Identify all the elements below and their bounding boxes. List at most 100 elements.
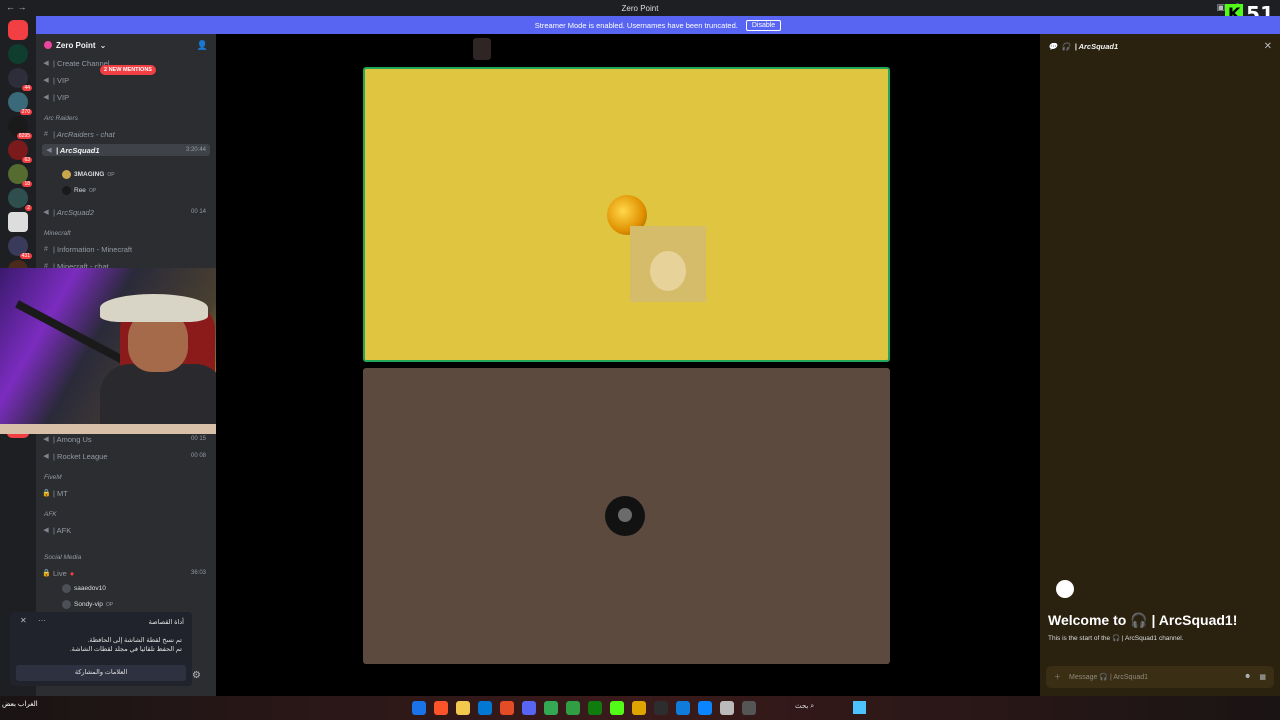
server-icon[interactable]: [8, 44, 28, 64]
edge-icon[interactable]: [698, 701, 712, 715]
chat-header: 💬 🎧 | ArcSquad1 ✕: [1040, 34, 1280, 58]
avatar-image: [618, 508, 632, 522]
voice-user[interactable]: 3MAGING OP: [62, 170, 115, 179]
channel-arc-squad2[interactable]: ◀ | ArcSquad2: [42, 206, 94, 218]
streamer-mode-message: Streamer Mode is enabled. Usernames have…: [534, 20, 738, 30]
server-logo-icon: [44, 41, 52, 49]
server-icon[interactable]: 431: [8, 236, 32, 259]
server-icon[interactable]: 8295: [8, 116, 32, 139]
channel-arc-squad1[interactable]: ◀ | ArcSquad1: [42, 144, 210, 156]
taskbar-search[interactable]: بحث ⌕: [795, 702, 814, 711]
inbox-icon[interactable]: ▣: [1216, 2, 1225, 13]
windows-start-icon[interactable]: [853, 701, 866, 714]
welcome-heading: Welcome to 🎧 | ArcSquad1!: [1048, 612, 1238, 628]
participant-tile[interactable]: [363, 368, 890, 664]
markup-share-button[interactable]: العلامات والمشاركة: [16, 665, 186, 681]
voice-user-name: Ree: [74, 187, 86, 194]
channel-label: | VIP: [53, 75, 70, 85]
new-mentions-badge[interactable]: 2 NEW MENTIONS: [100, 65, 156, 75]
close-icon[interactable]: ✕: [20, 616, 27, 625]
taskbar: الغراب بعض بحث ⌕: [0, 696, 1280, 720]
settings-gear-icon[interactable]: ⚙: [192, 670, 201, 681]
channel-mt[interactable]: 🔒 | MT: [42, 487, 68, 499]
app-icon[interactable]: [720, 701, 734, 715]
search-icon: ⌕: [810, 703, 815, 710]
server-icon[interactable]: [8, 212, 28, 232]
close-icon[interactable]: ✕: [1264, 41, 1272, 52]
channel-rocket-league[interactable]: ◀ | Rocket League: [42, 450, 108, 462]
channel-label: | Rocket League: [53, 451, 108, 461]
more-options-icon[interactable]: ···: [38, 616, 46, 625]
message-input[interactable]: ＋ Message 🎧 | ArcSquad1 ☻ ▦: [1046, 666, 1274, 688]
voice-duration: 36:03: [190, 570, 206, 576]
voice-user[interactable]: Ree OP: [62, 186, 96, 195]
chat-bubble-icon: 💬: [1048, 41, 1058, 51]
voice-user[interactable]: Sondy-vip OP: [62, 600, 113, 609]
app-icon[interactable]: [742, 701, 756, 715]
channel-minecraft-info[interactable]: # | Information - Minecraft: [42, 243, 132, 255]
add-member-icon[interactable]: 👤: [197, 40, 208, 51]
taskbar-left: الغراب بعض: [2, 700, 38, 708]
voice-user[interactable]: saaedov10: [62, 584, 106, 593]
category-social-media[interactable]: Social Media: [44, 554, 81, 561]
weather-widget[interactable]: الغراب بعض: [2, 700, 38, 708]
channel-label: | MT: [53, 488, 68, 498]
file-explorer-icon[interactable]: [632, 701, 646, 715]
server-icon[interactable]: 18: [8, 164, 32, 187]
server-icon[interactable]: 270: [8, 92, 32, 115]
brave-icon[interactable]: [434, 701, 448, 715]
channel-arc-chat[interactable]: # | ArcRaiders - chat: [42, 128, 115, 140]
server-badge: 63: [22, 157, 32, 163]
message-placeholder: Message 🎧 | ArcSquad1: [1069, 674, 1149, 681]
avatar: [62, 584, 71, 593]
hash-icon: #: [44, 130, 48, 138]
server-header[interactable]: Zero Point ⌄ 👤: [36, 34, 216, 56]
kick-icon[interactable]: [610, 701, 624, 715]
window-title: Zero Point: [621, 3, 659, 13]
discord-icon[interactable]: [522, 701, 536, 715]
disable-streamer-mode-button[interactable]: Disable: [745, 19, 782, 31]
category-minecraft[interactable]: Minecraft: [44, 230, 71, 237]
channel-label: | ArcRaiders - chat: [53, 129, 115, 139]
app-icon[interactable]: [566, 701, 580, 715]
chrome-icon[interactable]: [544, 701, 558, 715]
streamer-mode-bar: Streamer Mode is enabled. Usernames have…: [36, 16, 1280, 34]
app-icon[interactable]: [676, 701, 690, 715]
voice-stage: [216, 34, 1036, 696]
server-badge: 18: [22, 181, 32, 187]
plus-icon[interactable]: ＋: [1054, 672, 1061, 682]
category-arc-raiders[interactable]: Arc Raiders: [44, 115, 78, 122]
channel-afk[interactable]: ◀ | AFK: [42, 524, 71, 536]
app-icon[interactable]: [588, 701, 602, 715]
apps-icon[interactable]: ▦: [1259, 673, 1266, 681]
channel-among-us[interactable]: ◀ | Among Us: [42, 433, 91, 445]
server-icon[interactable]: 44: [8, 68, 32, 91]
channel-label: | ArcSquad1: [56, 145, 100, 155]
back-arrow-icon[interactable]: ← →: [6, 2, 27, 12]
live-dot-icon: ●: [69, 568, 75, 578]
welcome-subtitle: This is the start of the 🎧 | ArcSquad1 c…: [1048, 635, 1184, 642]
app-icon[interactable]: [500, 701, 514, 715]
server-icon[interactable]: 63: [8, 140, 32, 163]
channel-vip-1[interactable]: ◀ | VIP: [42, 74, 69, 86]
app-icon[interactable]: [456, 701, 470, 715]
participant-thumbnail[interactable]: [473, 38, 491, 60]
category-afk[interactable]: AFK: [44, 511, 57, 518]
channel-vip-2[interactable]: ◀ | VIP: [42, 91, 69, 103]
category-fivem[interactable]: FiveM: [44, 474, 62, 481]
discord-home-icon[interactable]: [8, 20, 28, 40]
server-icon[interactable]: 2: [8, 188, 32, 211]
speaker-icon: ◀: [43, 209, 49, 216]
snipping-tool-notification[interactable]: ✕ ··· أداة القصاصة تم نسخ لقطة الشاشة إل…: [10, 612, 192, 686]
notification-line: تم الحفظ تلقائيا في مجلد لقطات الشاشة.: [69, 646, 182, 653]
app-icon[interactable]: [478, 701, 492, 715]
participant-tile-speaking[interactable]: [363, 67, 890, 362]
notification-line: تم نسخ لقطة الشاشة إلى الحافظة.: [87, 637, 182, 644]
speaker-icon: ◀: [43, 77, 49, 84]
emoji-icon[interactable]: ☻: [1244, 673, 1251, 681]
notification-title: أداة القصاصة: [148, 619, 184, 626]
channel-live[interactable]: 🔒 Live ●: [42, 567, 74, 579]
app-icon[interactable]: [654, 701, 668, 715]
app-icon[interactable]: [412, 701, 426, 715]
voice-user-tag: OP: [105, 601, 114, 608]
